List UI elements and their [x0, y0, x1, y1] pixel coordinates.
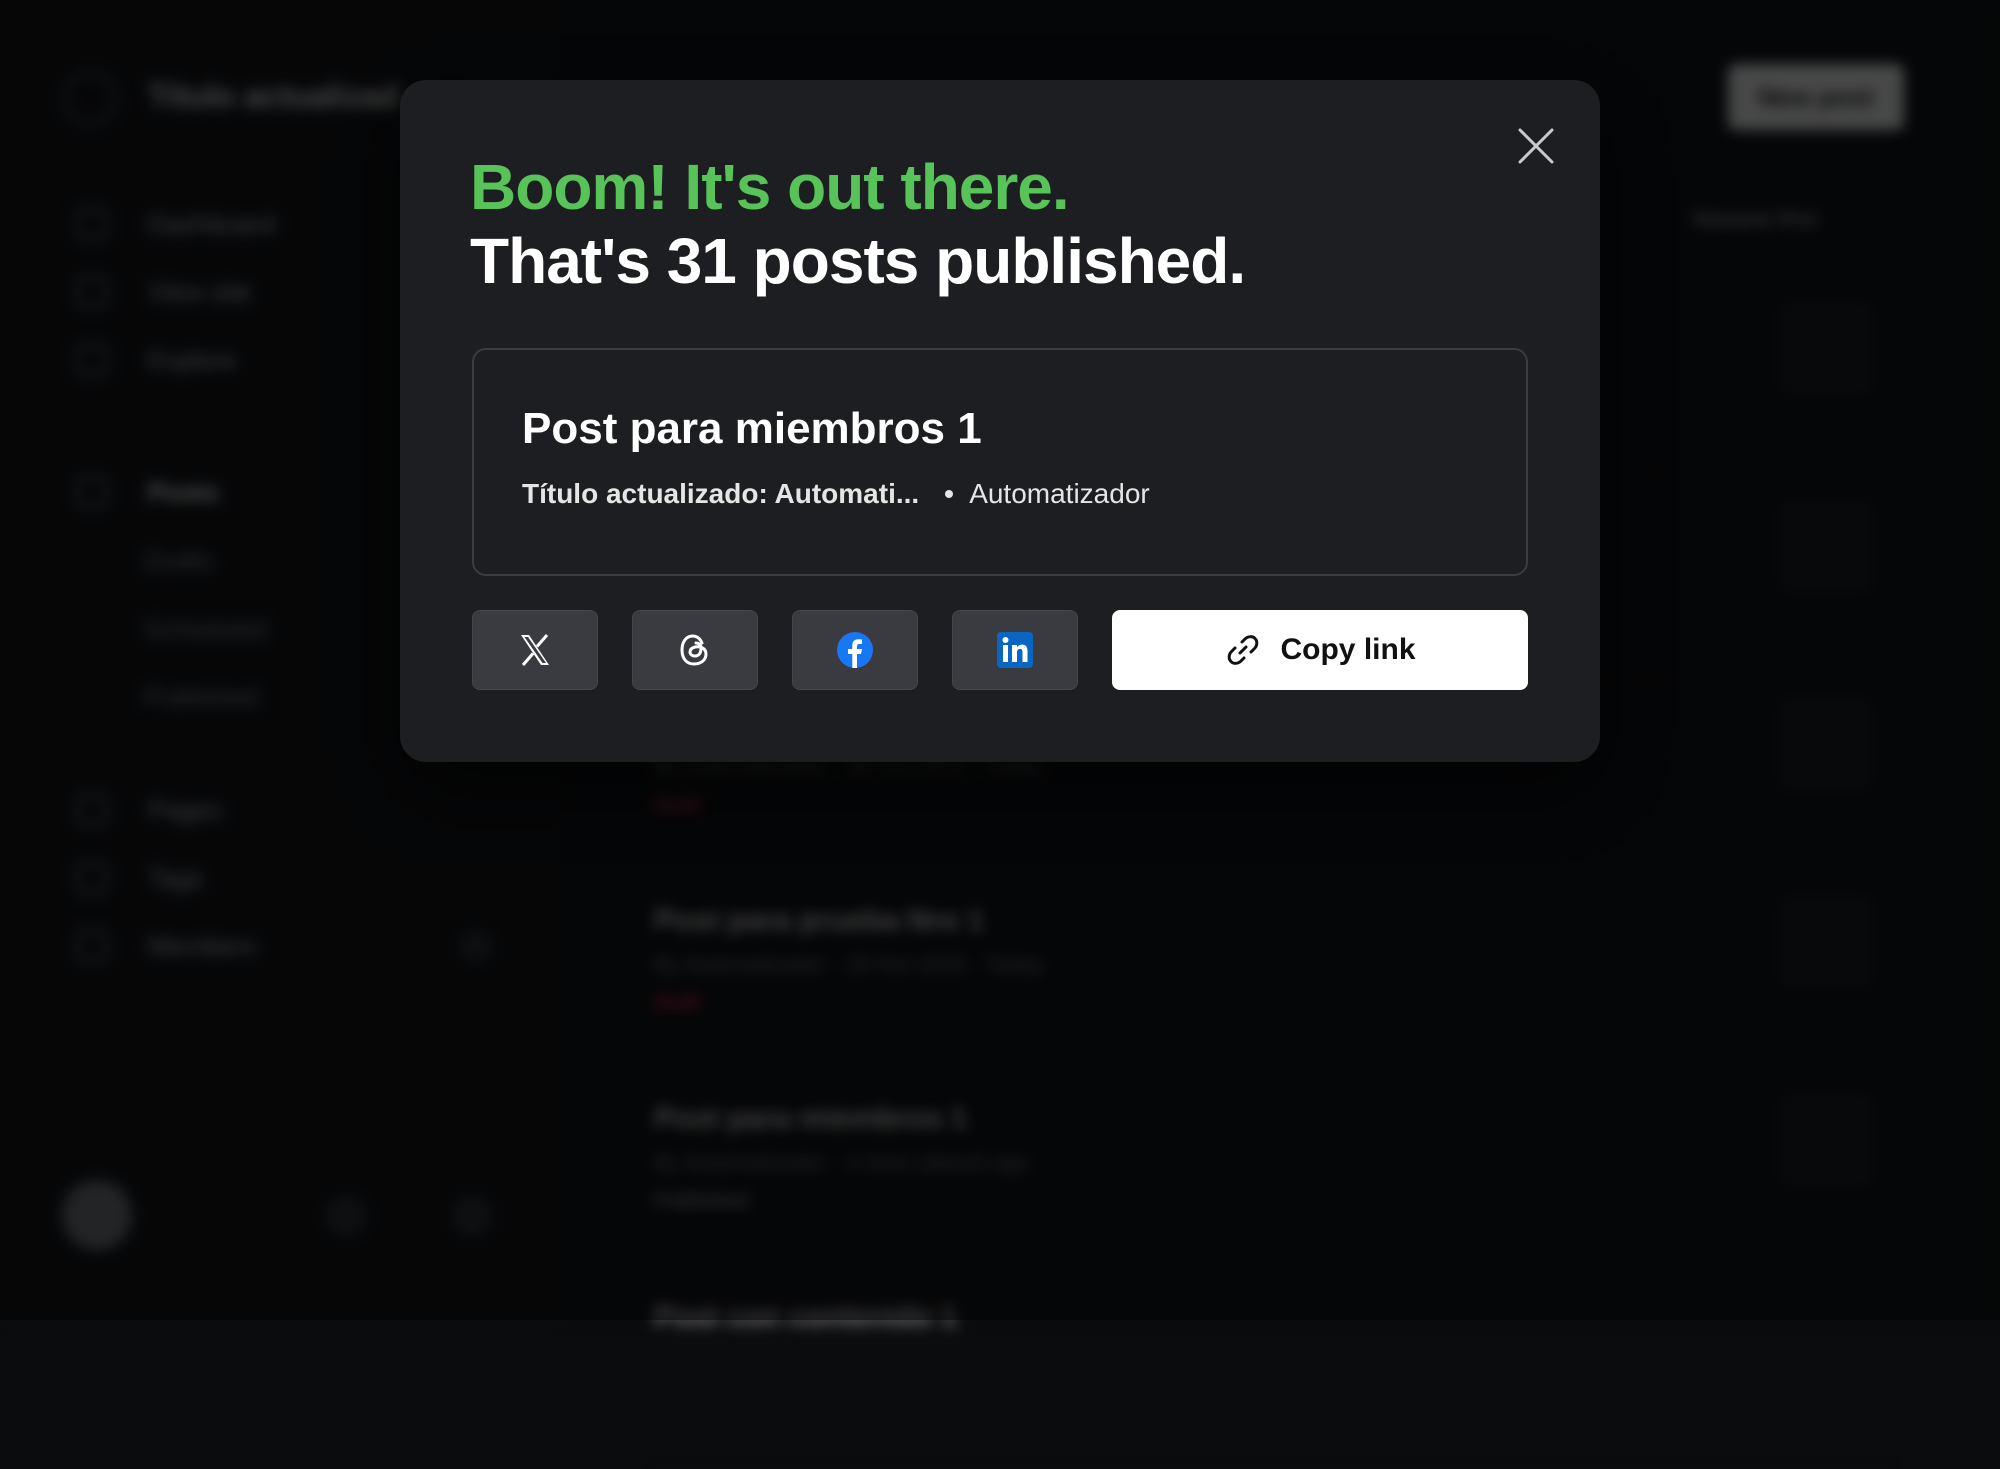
- copy-link-label: Copy link: [1280, 633, 1416, 666]
- post-preview-card: Post para miembros 1 Título actualizado:…: [472, 348, 1528, 576]
- share-buttons: Copy link: [472, 610, 1530, 690]
- share-x-button[interactable]: [472, 610, 598, 690]
- share-threads-button[interactable]: [632, 610, 758, 690]
- close-icon: [1518, 128, 1554, 164]
- site-name: Título actualizado: Automati...: [522, 478, 920, 509]
- share-linkedin-button[interactable]: [952, 610, 1078, 690]
- x-logo-icon: [521, 634, 549, 666]
- linkedin-logo-icon: [997, 632, 1033, 668]
- separator-dot: [945, 490, 954, 498]
- publish-success-modal: Boom! It's out there. That's 31 posts pu…: [400, 80, 1600, 762]
- published-count-heading: That's 31 posts published.: [470, 225, 1246, 297]
- close-button[interactable]: [1514, 124, 1558, 168]
- post-title: Post para miembros 1: [522, 404, 982, 453]
- success-heading: Boom! It's out there.: [470, 151, 1070, 223]
- author-name: Automatizador: [969, 478, 1150, 509]
- link-icon: [1228, 635, 1259, 665]
- facebook-logo-icon: [837, 632, 873, 668]
- threads-logo-icon: [680, 634, 708, 666]
- share-facebook-button[interactable]: [792, 610, 918, 690]
- copy-link-button[interactable]: Copy link: [1112, 610, 1528, 690]
- post-meta: Título actualizado: Automati... Automati…: [522, 478, 1150, 510]
